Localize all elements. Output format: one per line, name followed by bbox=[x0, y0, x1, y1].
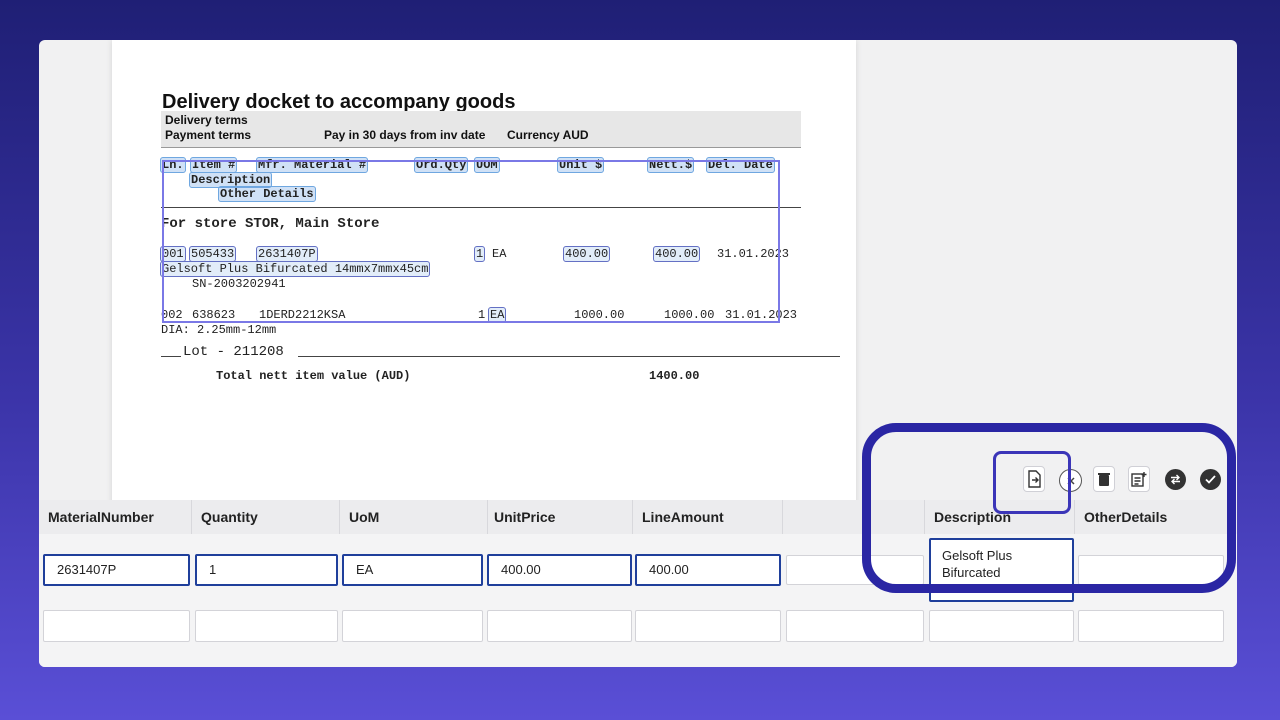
line2-dia: DIA: 2.25mm-12mm bbox=[161, 323, 277, 337]
row2-cell-empty[interactable] bbox=[786, 610, 924, 642]
focus-highlight bbox=[993, 451, 1071, 514]
col-material-number[interactable]: MaterialNumber bbox=[39, 500, 192, 534]
col-line-amount[interactable]: LineAmount bbox=[633, 500, 783, 534]
lot-line: Lot - 211208 bbox=[183, 344, 284, 360]
col-unit-price[interactable]: UnitPrice bbox=[485, 500, 633, 534]
selection-box bbox=[162, 160, 780, 323]
row2-cell-material-number[interactable] bbox=[43, 610, 190, 642]
cell-unit-price[interactable]: 400.00 bbox=[487, 554, 632, 586]
payment-terms-label: Payment terms bbox=[165, 128, 252, 142]
total-value: 1400.00 bbox=[649, 369, 700, 383]
col-uom[interactable]: UoM bbox=[340, 500, 488, 534]
row2-cell-quantity[interactable] bbox=[195, 610, 338, 642]
cell-quantity[interactable]: 1 bbox=[195, 554, 338, 586]
col-quantity[interactable]: Quantity bbox=[192, 500, 340, 534]
delivery-terms-label: Delivery terms bbox=[165, 113, 248, 127]
row2-cell-description[interactable] bbox=[929, 610, 1074, 642]
row2-cell-other-details[interactable] bbox=[1078, 610, 1224, 642]
payment-terms-value: Pay in 30 days from inv date bbox=[324, 128, 486, 142]
currency-label: Currency AUD bbox=[507, 128, 589, 142]
total-label: Total nett item value (AUD) bbox=[216, 369, 411, 383]
lot-rule-right bbox=[298, 356, 840, 357]
lot-rule-left bbox=[161, 356, 181, 357]
cell-uom[interactable]: EA bbox=[342, 554, 483, 586]
row2-cell-unit-price[interactable] bbox=[487, 610, 632, 642]
terms-band: Delivery terms Payment terms Pay in 30 d… bbox=[161, 111, 801, 148]
row2-cell-uom[interactable] bbox=[342, 610, 483, 642]
cell-material-number[interactable]: 2631407P bbox=[43, 554, 190, 586]
cell-line-amount[interactable]: 400.00 bbox=[635, 554, 781, 586]
row2-cell-line-amount[interactable] bbox=[635, 610, 781, 642]
app-frame: Delivery docket to accompany goods Deliv… bbox=[39, 40, 1237, 667]
